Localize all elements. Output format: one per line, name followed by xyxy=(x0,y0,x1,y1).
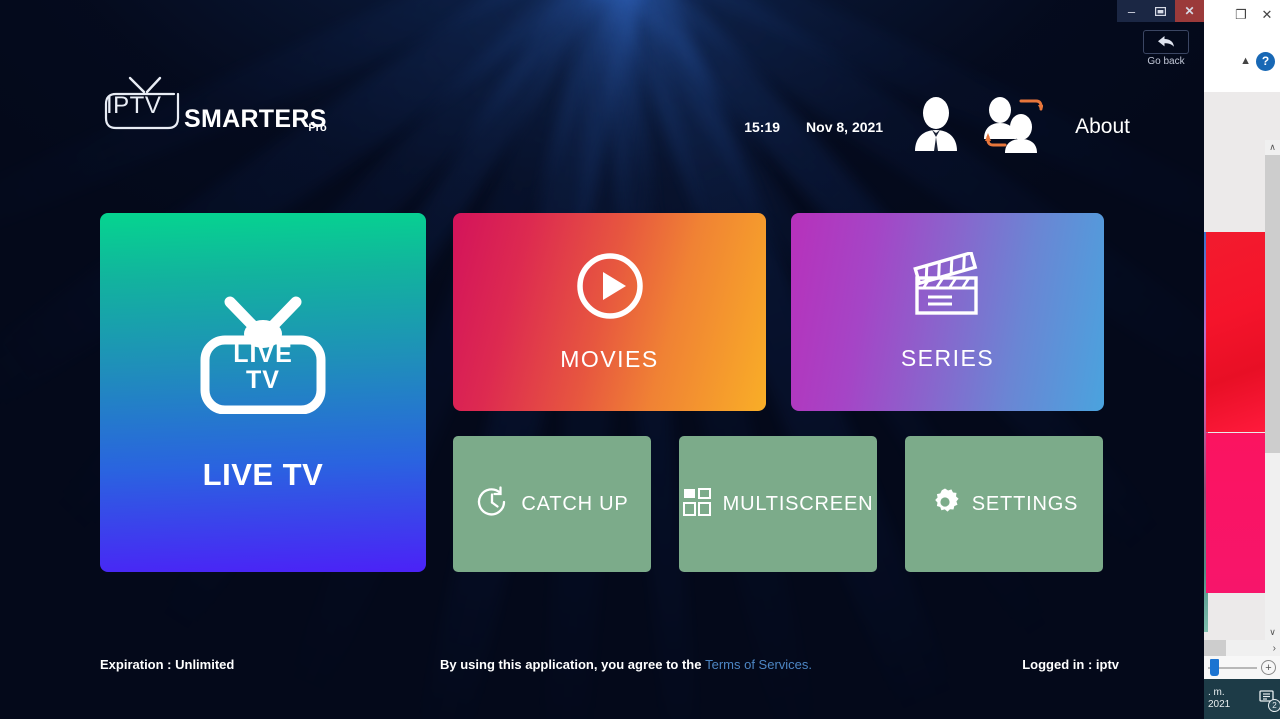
back-arrow-icon xyxy=(1158,36,1174,47)
minimize-window-button[interactable]: – xyxy=(1117,0,1146,22)
tile-catch-up-label: CATCH UP xyxy=(521,492,629,515)
grid-four-icon xyxy=(682,487,711,521)
tile-settings[interactable]: SETTINGS xyxy=(905,436,1103,572)
scroll-down-icon[interactable]: ∨ xyxy=(1265,625,1280,640)
expiration-status: Expiration : Unlimited xyxy=(100,657,235,672)
zoom-slider-bar[interactable]: + xyxy=(1204,656,1280,679)
main-tile-grid: LIVE TV LIVE TV MOVIES SERIES CATCH UP M… xyxy=(0,0,1204,719)
zoom-slider-handle[interactable] xyxy=(1210,658,1219,676)
taskbar-clock-date: 2021 xyxy=(1208,699,1231,710)
window-titlebar: – ✕ xyxy=(1117,0,1204,22)
go-back-icon-box xyxy=(1143,30,1189,54)
restore-icon xyxy=(1155,6,1166,16)
background-application-window[interactable]: ❐ ✕ ▲ ? ∧ ∨ › + . m. 2021 2 xyxy=(1204,0,1280,719)
close-window-button[interactable]: ✕ xyxy=(1175,0,1204,22)
restore-window-icon[interactable]: ❐ xyxy=(1228,2,1254,28)
tile-multiscreen[interactable]: MULTISCREEN xyxy=(679,436,877,572)
background-window-ribbon: ▲ ? xyxy=(1204,30,1280,92)
iptv-smarters-app-window: – ✕ Go back IPTV SMARTERS Pro 15:19 Nov … xyxy=(0,0,1204,719)
clock-glyph xyxy=(478,485,506,516)
taskbar: . m. 2021 2 xyxy=(1204,679,1280,719)
background-window-titlebar: ❐ ✕ xyxy=(1204,0,1280,30)
chevron-up-icon[interactable]: ▲ xyxy=(1240,55,1251,67)
help-question-icon[interactable]: ? xyxy=(1256,51,1275,71)
clapperboard-icon xyxy=(910,250,986,327)
tile-settings-label: SETTINGS xyxy=(971,492,1079,515)
tile-live-tv-label: LIVE TV xyxy=(202,457,324,492)
app-footer: Expiration : Unlimited By using this app… xyxy=(0,629,1204,719)
tile-movies[interactable]: MOVIES xyxy=(453,213,766,411)
background-image-red xyxy=(1206,232,1265,432)
horizontal-scrollbar[interactable]: › xyxy=(1204,640,1280,656)
tile-movies-label: MOVIES xyxy=(560,346,659,372)
zoom-slider-track[interactable] xyxy=(1208,658,1257,676)
restore-window-button[interactable] xyxy=(1146,0,1175,22)
tv-icon-line2: TV xyxy=(246,366,280,394)
go-back-button[interactable]: Go back xyxy=(1136,30,1196,67)
background-image-pink xyxy=(1206,433,1265,593)
grid-four-glyph xyxy=(682,487,711,516)
vertical-scrollbar-thumb[interactable] xyxy=(1265,155,1280,453)
taskbar-clock-time: . m. xyxy=(1208,687,1225,698)
tile-series[interactable]: SERIES xyxy=(791,213,1104,411)
scroll-up-icon[interactable]: ∧ xyxy=(1265,140,1280,155)
logged-in-status: Logged in : iptv xyxy=(1022,657,1119,672)
clock-rewind-icon xyxy=(475,485,509,524)
zoom-in-button[interactable]: + xyxy=(1261,660,1276,675)
clapperboard-glyph xyxy=(912,250,978,315)
chat-notification-icon[interactable]: 2 xyxy=(1259,690,1280,712)
close-window-icon[interactable]: ✕ xyxy=(1254,2,1280,28)
vertical-scrollbar[interactable]: ∧ ∨ xyxy=(1265,140,1280,640)
terms-notice: By using this application, you agree to … xyxy=(440,657,812,672)
tv-icon-line1: LIVE xyxy=(233,340,293,368)
gear-glyph xyxy=(934,488,959,512)
tile-series-label: SERIES xyxy=(900,345,995,371)
taskbar-clock[interactable]: . m. 2021 xyxy=(1208,687,1230,711)
tile-live-tv[interactable]: LIVE TV LIVE TV xyxy=(100,213,426,572)
terms-prefix-text: By using this application, you agree to … xyxy=(440,657,706,672)
notification-count-badge: 2 xyxy=(1268,699,1280,712)
tv-antenna-icon: LIVE TV xyxy=(197,292,329,419)
tile-multiscreen-label: MULTISCREEN xyxy=(722,492,874,515)
screen-root: ❐ ✕ ▲ ? ∧ ∨ › + . m. 2021 2 – ✕ Go back … xyxy=(0,0,1280,719)
horizontal-scrollbar-thumb[interactable] xyxy=(1204,640,1226,656)
gear-icon xyxy=(930,487,960,522)
terms-of-services-link[interactable]: Terms of Services. xyxy=(705,657,812,672)
play-circle-glyph xyxy=(576,253,643,319)
scroll-right-icon[interactable]: › xyxy=(1273,643,1280,654)
go-back-label: Go back xyxy=(1147,56,1185,67)
tile-catch-up[interactable]: CATCH UP xyxy=(453,436,651,572)
play-circle-icon xyxy=(575,251,645,326)
